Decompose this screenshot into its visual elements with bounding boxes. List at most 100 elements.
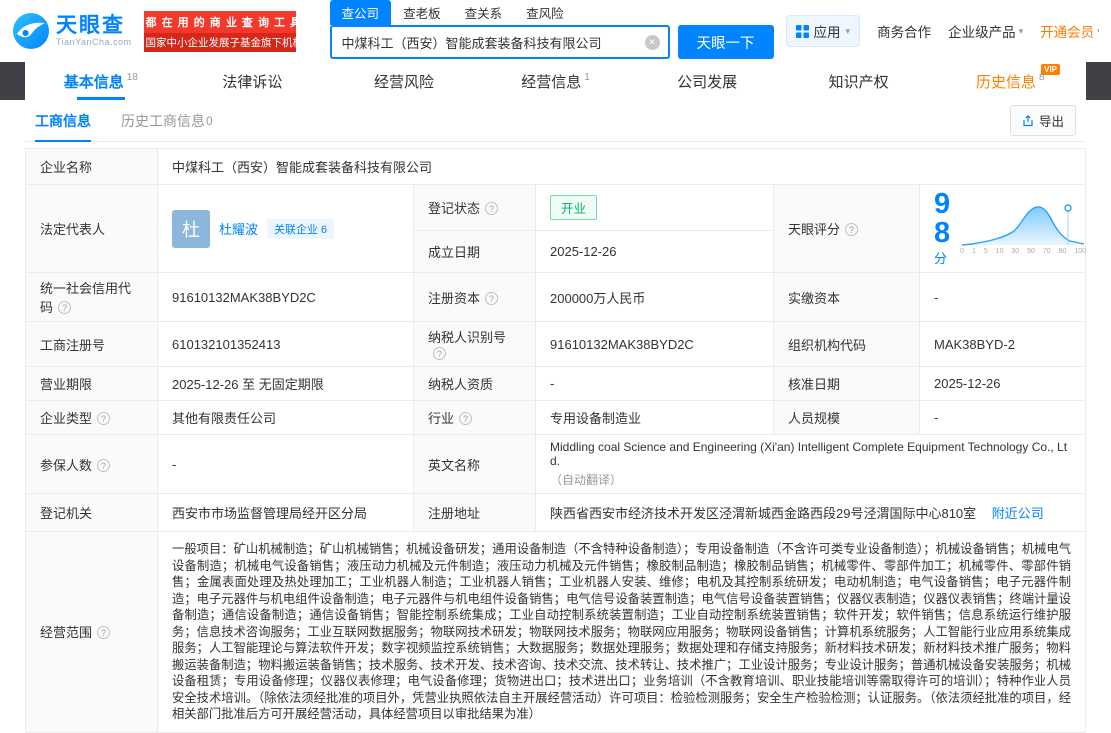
field-company-name-label: 企业名称 — [26, 149, 158, 185]
field-company-type-label: 企业类型 — [26, 401, 158, 435]
field-insured-count-value: - — [158, 435, 414, 494]
chevron-down-icon — [846, 26, 851, 37]
table-row: 营业期限 2025-12-26 至 无固定期限 纳税人资质 - 核准日期 202… — [26, 367, 1086, 401]
field-establish-date-value: 2025-12-26 — [536, 230, 774, 272]
nearby-companies-link[interactable]: 附近公司 — [992, 506, 1044, 521]
top-nav: 应用 商务合作 企业级产品 开通会员 超级 — [786, 15, 1099, 47]
tab-label: 公司发展 — [677, 71, 737, 92]
tab-label: 基本信息 — [64, 71, 124, 92]
search-tab-boss[interactable]: 查老板 — [391, 0, 453, 25]
top-header: 天眼查 TianYanCha.com 都 在 用 的 商 业 查 询 工 具 国… — [0, 0, 1111, 62]
field-reg-status-value: 开业 — [536, 185, 774, 231]
tab-intellectual-property[interactable]: 知识产权 — [783, 62, 935, 100]
nav-business-cooperation[interactable]: 商务合作 — [877, 21, 931, 41]
nav-enterprise-label: 企业级产品 — [948, 21, 1016, 41]
auto-translate-note: （自动翻译） — [550, 471, 1071, 488]
info-icon[interactable] — [459, 412, 472, 425]
field-tyc-score-label: 天眼评分 — [774, 185, 920, 273]
related-companies-badge[interactable]: 关联企业6 — [267, 219, 334, 239]
tab-count: 8 — [1039, 72, 1045, 83]
tab-label: 法律诉讼 — [222, 71, 282, 92]
status-badge: 开业 — [550, 195, 597, 220]
info-icon[interactable] — [58, 301, 71, 314]
field-taxpayer-id-label: 纳税人识别号 — [414, 322, 536, 367]
tab-count: 1 — [584, 72, 590, 83]
info-icon[interactable] — [97, 459, 110, 472]
field-reg-capital-label: 注册资本 — [414, 273, 536, 322]
table-row: 法定代表人 杜 杜耀波 关联企业6 登记状态 开业 天眼评分 98分 — [26, 185, 1086, 231]
field-approval-date-value: 2025-12-26 — [920, 367, 1086, 401]
search-tab-company[interactable]: 查公司 — [330, 0, 392, 25]
sub-tab-bar: 工商信息 历史工商信息0 导出 — [25, 100, 1086, 142]
related-companies-count: 6 — [321, 224, 327, 236]
field-taxpayer-quality-value: - — [536, 367, 774, 401]
subtab-label: 工商信息 — [35, 111, 91, 131]
field-reg-address-label: 注册地址 — [414, 494, 536, 532]
slogan-line-2: 国家中小企业发展子基金旗下机构 — [144, 33, 296, 52]
table-row: 参保人数 - 英文名称 Middling coal Science and En… — [26, 435, 1086, 494]
field-staff-size-value: - — [920, 401, 1086, 435]
field-org-code-value: MAK38BYD-2 — [920, 322, 1086, 367]
field-english-name-label: 英文名称 — [414, 435, 536, 494]
related-companies-label: 关联企业 — [274, 224, 318, 236]
table-row: 企业名称 中煤科工（西安）智能成套装备科技有限公司 — [26, 149, 1086, 185]
search-block: 查公司 查老板 查关系 查风险 天眼一下 — [330, 3, 774, 59]
slogan-line-1: 都 在 用 的 商 业 查 询 工 具 — [144, 11, 296, 33]
tab-count: 18 — [127, 72, 138, 83]
tab-company-development[interactable]: 公司发展 — [631, 62, 783, 100]
field-org-code-label: 组织机构代码 — [774, 322, 920, 367]
tab-history-info[interactable]: VIP 历史信息8 — [934, 62, 1086, 100]
score-distribution-chart: 0151030507090100 — [960, 202, 1086, 256]
field-paid-capital-value: - — [920, 273, 1086, 322]
info-icon[interactable] — [97, 412, 110, 425]
nav-open-membership[interactable]: 开通会员 — [1040, 21, 1099, 41]
main-tabs-strip: 基本信息18 法律诉讼 经营风险 经营信息1 公司发展 知识产权 VIP 历史信… — [0, 62, 1111, 100]
field-reg-authority-value: 西安市市场监督管理局经开区分局 — [158, 494, 414, 532]
search-input[interactable] — [332, 35, 668, 50]
export-button[interactable]: 导出 — [1010, 105, 1076, 136]
tianyancha-logo-icon — [12, 12, 50, 50]
field-credit-code-value: 91610132MAK38BYD2C — [158, 273, 414, 322]
field-legal-rep-value: 杜 杜耀波 关联企业6 — [158, 185, 414, 273]
legal-rep-name-link[interactable]: 杜耀波 — [219, 219, 258, 238]
info-icon[interactable] — [97, 626, 110, 639]
subtab-history-business-registration[interactable]: 历史工商信息0 — [121, 100, 213, 142]
tianyancha-logo[interactable]: 天眼查 TianYanCha.com — [12, 12, 132, 50]
table-row: 登记机关 西安市市场监督管理局经开区分局 注册地址 陕西省西安市经济技术开发区泾… — [26, 494, 1086, 532]
field-establish-date-label: 成立日期 — [414, 230, 536, 272]
search-button[interactable]: 天眼一下 — [678, 25, 774, 59]
field-reg-capital-value: 200000万人民币 — [536, 273, 774, 322]
reg-address-text: 陕西省西安市经济技术开发区泾渭新城西金路西段29号泾渭国际中心810室 — [550, 506, 976, 521]
info-icon[interactable] — [433, 347, 446, 360]
table-row: 工商注册号 610132101352413 纳税人识别号 91610132MAK… — [26, 322, 1086, 367]
field-credit-code-label: 统一社会信用代码 — [26, 273, 158, 322]
field-taxpayer-id-value: 91610132MAK38BYD2C — [536, 322, 774, 367]
search-tab-risk[interactable]: 查风险 — [514, 0, 576, 25]
field-approval-date-label: 核准日期 — [774, 367, 920, 401]
field-insured-count-label: 参保人数 — [26, 435, 158, 494]
tab-operating-risk[interactable]: 经营风险 — [328, 62, 480, 100]
business-info-table: 企业名称 中煤科工（西安）智能成套装备科技有限公司 法定代表人 杜 杜耀波 关联… — [25, 148, 1086, 733]
subtab-label: 历史工商信息 — [121, 111, 205, 131]
tyc-score-number[interactable]: 98分 — [934, 190, 950, 267]
subtab-count: 0 — [206, 114, 213, 128]
field-tyc-score-value: 98分 — [920, 185, 1086, 273]
tab-operating-info[interactable]: 经营信息1 — [480, 62, 632, 100]
search-tab-relation[interactable]: 查关系 — [453, 0, 515, 25]
field-staff-size-label: 人员规模 — [774, 401, 920, 435]
field-english-name-value: Middling coal Science and Engineering (X… — [536, 435, 1086, 494]
clear-search-icon[interactable] — [645, 35, 660, 50]
info-icon[interactable] — [485, 202, 498, 215]
info-icon[interactable] — [485, 292, 498, 305]
field-reg-number-value: 610132101352413 — [158, 322, 414, 367]
field-company-name-value: 中煤科工（西安）智能成套装备科技有限公司 — [158, 149, 1086, 185]
nav-enterprise-products[interactable]: 企业级产品 — [948, 21, 1023, 41]
table-row: 企业类型 其他有限责任公司 行业 专用设备制造业 人员规模 - — [26, 401, 1086, 435]
info-icon[interactable] — [845, 223, 858, 236]
subtab-business-registration[interactable]: 工商信息 — [35, 100, 91, 142]
tab-basic-info[interactable]: 基本信息18 — [25, 62, 177, 100]
tab-legal-litigation[interactable]: 法律诉讼 — [177, 62, 329, 100]
table-row: 经营范围 一般项目：矿山机械制造；矿山机械销售；机械设备研发；通用设备制造（不含… — [26, 532, 1086, 733]
legal-rep-avatar[interactable]: 杜 — [172, 210, 210, 248]
apps-menu[interactable]: 应用 — [786, 15, 861, 47]
